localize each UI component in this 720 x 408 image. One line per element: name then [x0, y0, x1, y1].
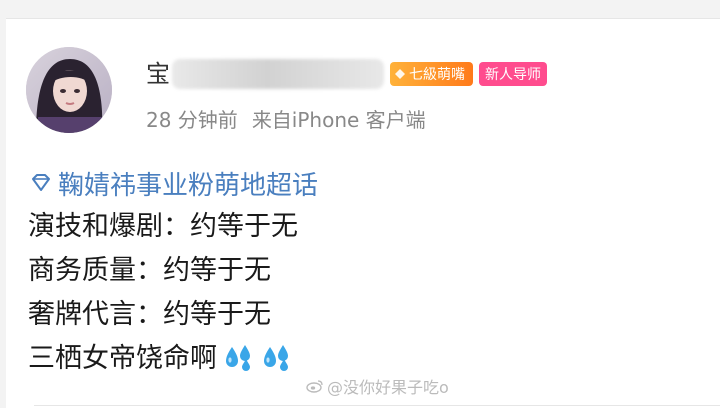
- mentor-badge-label: 新人导师: [485, 67, 541, 83]
- post-text-line: 奢牌代言：约等于无: [28, 299, 271, 330]
- diamond-badge-icon: [395, 69, 405, 79]
- level-badge-label: 七級萌嘴: [409, 67, 465, 83]
- weibo-post-card: 宝 七級萌嘴 新人导师 28 分钟前 来自iPhone 客户端 鞠婧祎事业粉萌地超…: [6, 18, 720, 408]
- supertopic-diamond-icon: [32, 174, 50, 191]
- avatar-image: [26, 47, 112, 133]
- author-name-redaction: [172, 59, 384, 89]
- level-badge[interactable]: 七級萌嘴: [390, 62, 473, 86]
- post-text-line: 演技和爆剧：约等于无: [28, 211, 298, 242]
- post-text-line: 三栖女帝饶命啊: [28, 343, 217, 374]
- divider: [34, 405, 720, 406]
- topic-link[interactable]: 鞠婧祎事业粉萌地超话: [28, 161, 708, 205]
- mentor-badge[interactable]: 新人导师: [479, 62, 547, 86]
- author-name[interactable]: 宝: [146, 56, 170, 92]
- weibo-logo-icon: [306, 380, 323, 393]
- post-source: 来自iPhone 客户端: [251, 108, 426, 132]
- post-meta: 28 分钟前 来自iPhone 客户端: [146, 105, 426, 135]
- author-name-row: 宝 七級萌嘴 新人导师: [146, 56, 547, 92]
- post-time: 28 分钟前: [146, 108, 238, 132]
- watermark: @没你好果子吃o: [306, 374, 449, 398]
- avatar[interactable]: [26, 47, 112, 133]
- post-content: 鞠婧祎事业粉萌地超话 演技和爆剧：约等于无 商务质量：约等于无 奢牌代言：约等于…: [28, 161, 708, 381]
- post-text-line: 商务质量：约等于无: [28, 255, 271, 286]
- sweat-drops-icon: [226, 345, 250, 371]
- watermark-text: @没你好果子吃o: [327, 378, 449, 397]
- sweat-drops-icon: [264, 345, 288, 371]
- topic-label: 鞠婧祎事业粉萌地超话: [58, 170, 319, 201]
